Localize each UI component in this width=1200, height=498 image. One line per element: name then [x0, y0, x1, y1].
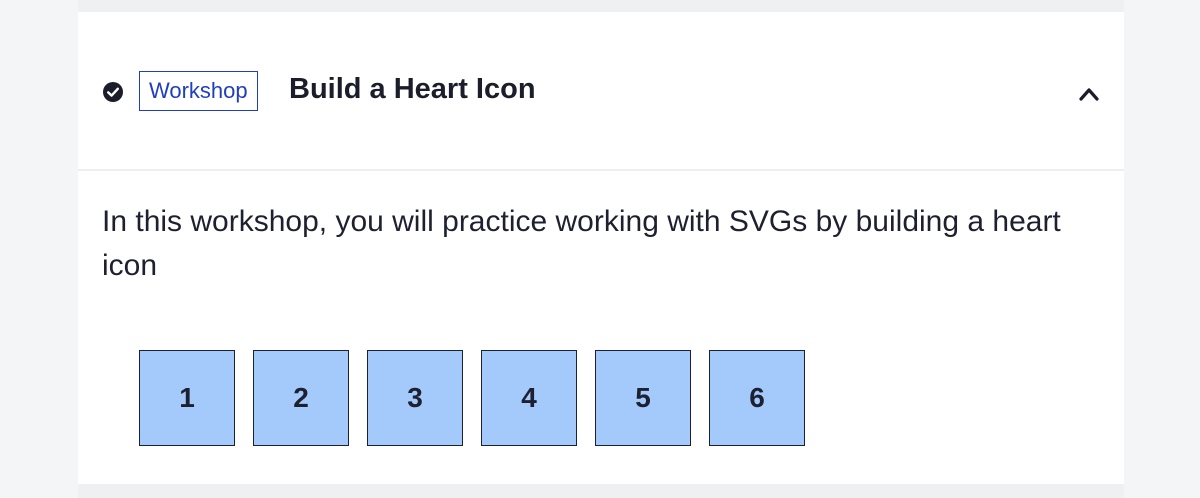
step-list: 123456: [139, 350, 805, 446]
header-divider: [78, 169, 1124, 171]
step-button-5[interactable]: 5: [595, 350, 691, 446]
workshop-section: Workshop Build a Heart Icon In this work…: [78, 12, 1124, 484]
section-title: Build a Heart Icon: [289, 73, 536, 105]
step-button-3[interactable]: 3: [367, 350, 463, 446]
step-button-2[interactable]: 2: [253, 350, 349, 446]
section-header[interactable]: Workshop Build a Heart Icon: [78, 12, 1124, 171]
top-divider: [78, 0, 1124, 12]
chevron-up-icon[interactable]: [1076, 81, 1102, 107]
check-circle-icon: [103, 82, 123, 102]
bottom-divider: [78, 484, 1124, 498]
section-description: In this workshop, you will practice work…: [102, 205, 1061, 282]
step-button-1[interactable]: 1: [139, 350, 235, 446]
step-button-4[interactable]: 4: [481, 350, 577, 446]
step-button-6[interactable]: 6: [709, 350, 805, 446]
workshop-badge: Workshop: [139, 71, 258, 111]
